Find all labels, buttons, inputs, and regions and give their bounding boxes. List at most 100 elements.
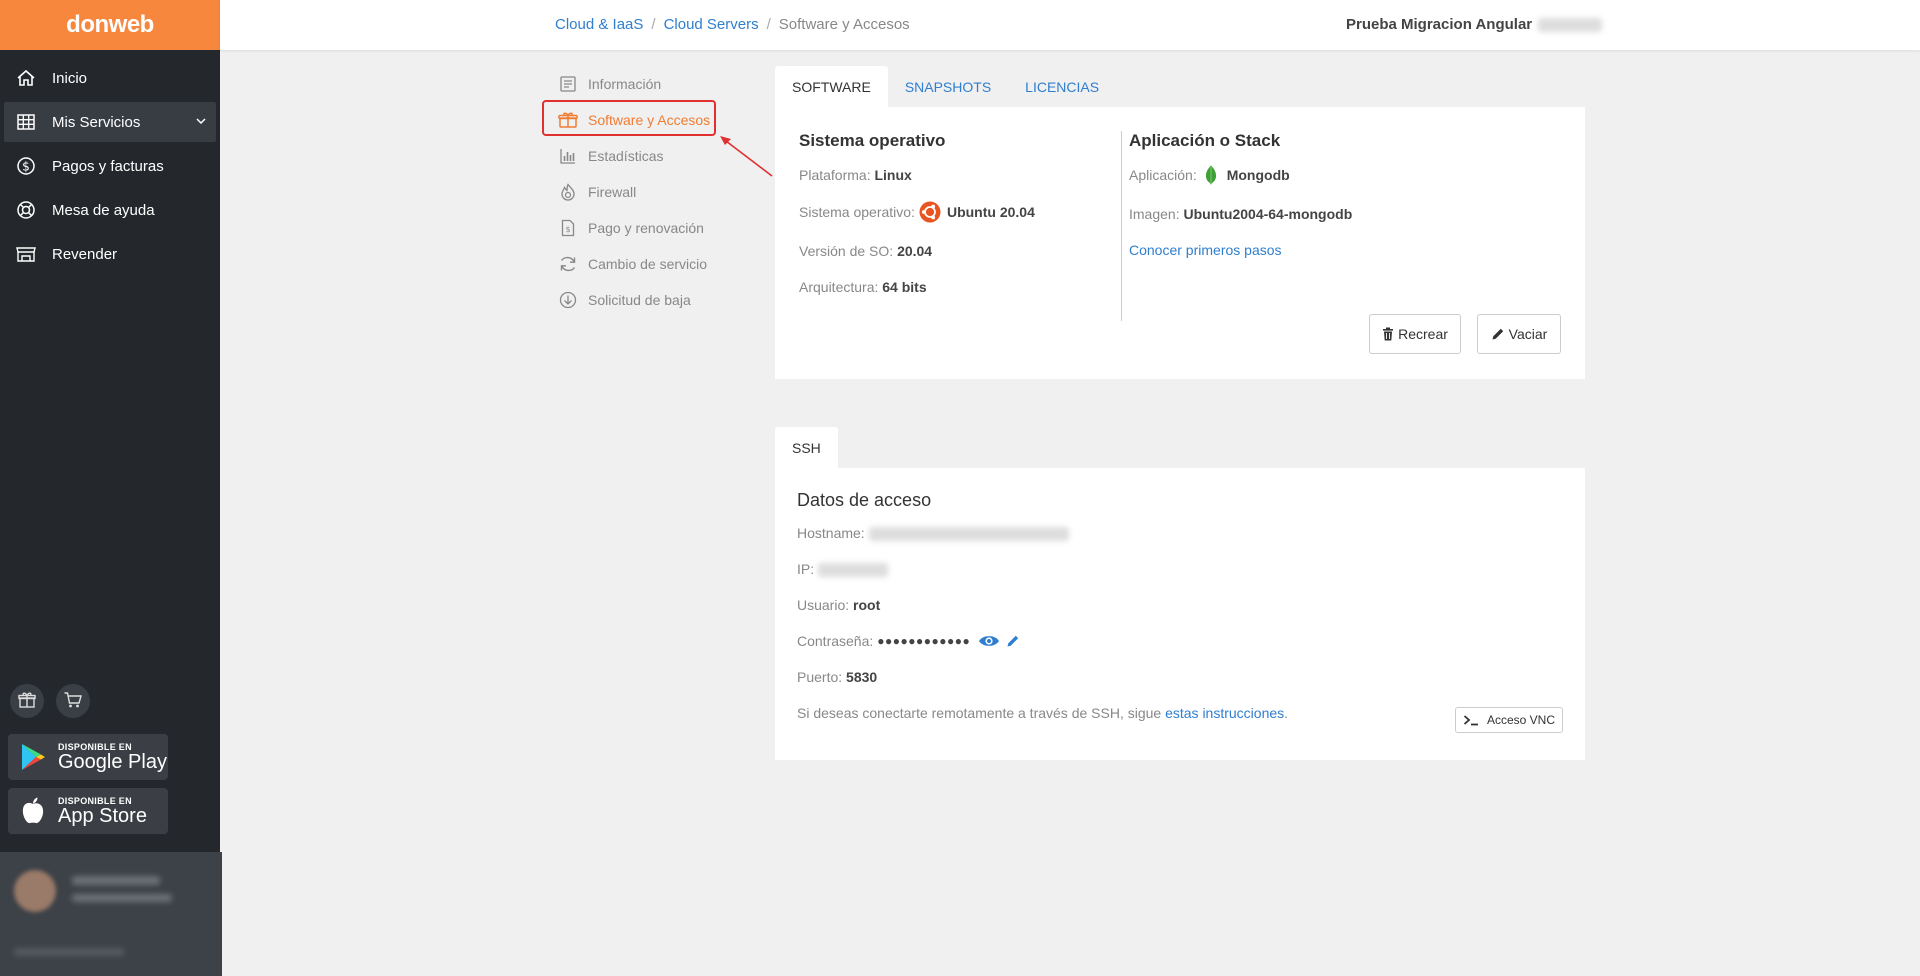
usuario-value: root (853, 597, 881, 613)
lifebuoy-icon (14, 198, 38, 222)
terminal-icon (1463, 714, 1479, 726)
imagen-row: Imagen: Ubuntu2004-64-mongodb (1129, 206, 1352, 222)
submenu-estadisticas[interactable]: Estadísticas (554, 138, 710, 174)
annotation-arrow-icon (720, 136, 773, 177)
app-label: Aplicación: (1129, 167, 1197, 183)
so-label: Sistema operativo: (799, 204, 915, 220)
eye-icon[interactable] (978, 634, 1000, 648)
cart-button[interactable] (56, 684, 90, 718)
flame-icon (558, 182, 578, 202)
quick-actions (0, 684, 220, 718)
svg-text:$: $ (22, 160, 30, 174)
sidebar-item-revender[interactable]: Revender (4, 234, 216, 274)
sidebar-bottom: DISPONIBLE EN Google Play DISPONIBLE EN … (0, 684, 220, 842)
pencil-icon (1491, 327, 1505, 341)
tab-software[interactable]: SOFTWARE (775, 66, 888, 107)
chevron-down-icon[interactable] (196, 117, 206, 128)
annotation-highlight-box (542, 100, 716, 136)
password-value: ●●●●●●●●●●●● (877, 634, 971, 648)
apple-icon (18, 796, 48, 826)
recrear-label: Recrear (1398, 326, 1448, 342)
app-section-title: Aplicación o Stack (1129, 131, 1281, 150)
submenu-label: Cambio de servicio (588, 256, 708, 272)
acceso-vnc-label: Acceso VNC (1486, 713, 1556, 727)
submenu-label: Solicitud de baja (588, 292, 691, 308)
ssh-info-text: Si deseas conectarte remotamente a travé… (797, 705, 1162, 721)
sidebar-nav: Inicio Mis Servicios $ Pagos y facturas … (0, 50, 220, 274)
sidebar-item-label: Pagos y facturas (52, 157, 164, 175)
version-label: Versión de SO: (799, 243, 894, 259)
sidebar-item-pagos[interactable]: $ Pagos y facturas (4, 146, 216, 186)
breadcrumb-separator: / (651, 16, 656, 33)
user-profile[interactable] (0, 852, 222, 976)
submenu-solicitud-baja[interactable]: Solicitud de baja (554, 282, 710, 318)
arrow-down-circle-icon (558, 290, 578, 310)
home-icon (14, 66, 38, 90)
puerto-label: Puerto: (797, 669, 843, 685)
imagen-value: Ubuntu2004-64-mongodb (1183, 206, 1353, 222)
sidebar-item-inicio[interactable]: Inicio (4, 58, 216, 98)
sidebar-item-mis-servicios[interactable]: Mis Servicios (4, 102, 216, 142)
os-section-title: Sistema operativo (799, 131, 946, 150)
app-store-badge[interactable]: DISPONIBLE EN App Store (8, 788, 168, 834)
recrear-button[interactable]: Recrear (1369, 314, 1461, 354)
cart-icon (63, 690, 83, 713)
software-tabs: SOFTWARE SNAPSHOTS LICENCIAS (775, 66, 1116, 107)
ssh-info-row: Si deseas conectarte remotamente a travé… (797, 705, 1288, 721)
tab-ssh[interactable]: SSH (775, 427, 838, 468)
sidebar-item-label: Inicio (52, 69, 88, 87)
ssh-instrucciones-link[interactable]: estas instrucciones (1165, 705, 1284, 721)
hostname-row: Hostname: (797, 525, 1069, 542)
breadcrumb-separator: / (766, 16, 771, 33)
ip-label: IP: (797, 561, 815, 577)
topbar: Cloud & IaaS / Cloud Servers / Software y Ac… (220, 0, 1920, 50)
invoice-dollar-icon: $ (558, 218, 578, 238)
aplicacion-row: Aplicación: Mongodb (1129, 165, 1290, 185)
logout-redacted[interactable] (14, 948, 124, 956)
submenu-label: Estadísticas (588, 148, 664, 164)
primeros-pasos-link[interactable]: Conocer primeros pasos (1129, 242, 1282, 258)
sidebar-item-mesa-ayuda[interactable]: Mesa de ayuda (4, 190, 216, 230)
hostname-label: Hostname: (797, 525, 865, 541)
submenu-cambio-servicio[interactable]: Cambio de servicio (554, 246, 710, 282)
sidebar: donweb Inicio Mis Servicios $ Pagos y fa… (0, 0, 222, 976)
google-play-badge[interactable]: DISPONIBLE EN Google Play (8, 734, 168, 780)
tab-snapshots[interactable]: SNAPSHOTS (888, 66, 1008, 107)
acceso-vnc-button[interactable]: Acceso VNC (1455, 707, 1563, 733)
hostname-value-redacted (868, 527, 1069, 542)
submenu-informacion[interactable]: Información (554, 66, 710, 102)
password-row: Contraseña: ●●●●●●●●●●●● (797, 633, 1020, 649)
submenu-pago-renovacion[interactable]: $ Pago y renovación (554, 210, 710, 246)
tab-licencias[interactable]: LICENCIAS (1008, 66, 1116, 107)
usuario-label: Usuario: (797, 597, 850, 613)
arquitectura-row: Arquitectura: 64 bits (799, 279, 927, 295)
password-label: Contraseña: (797, 633, 874, 649)
sidebar-item-label: Mis Servicios (52, 113, 141, 131)
edit-pencil-icon[interactable] (1006, 634, 1020, 648)
avatar (14, 870, 56, 912)
plataforma-value: Linux (874, 167, 912, 183)
document-list-icon (558, 74, 578, 94)
store-big-text: App Store (58, 805, 147, 827)
app-store-text: DISPONIBLE EN App Store (58, 796, 147, 826)
submenu-label: Firewall (588, 184, 637, 200)
gift-button[interactable] (10, 684, 44, 718)
arq-value: 64 bits (882, 279, 927, 295)
ssh-section-title: Datos de acceso (797, 490, 932, 510)
usuario-row: Usuario: root (797, 597, 880, 613)
plataforma-row: Plataforma: Linux (799, 167, 912, 183)
donweb-logo[interactable]: donweb (0, 0, 220, 50)
google-play-text: DISPONIBLE EN Google Play (58, 742, 167, 772)
ssh-tabs: SSH (775, 427, 838, 468)
breadcrumb-current: Software y Accesos (778, 16, 910, 33)
breadcrumb-cloud-iaas[interactable]: Cloud & IaaS (555, 16, 643, 33)
puerto-row: Puerto: 5830 (797, 669, 877, 685)
account-id-redacted (1538, 18, 1603, 33)
version-value: 20.04 (897, 243, 933, 259)
vaciar-button[interactable]: Vaciar (1477, 314, 1561, 354)
so-value: Ubuntu 20.04 (946, 204, 1035, 220)
puerto-value: 5830 (846, 669, 878, 685)
submenu-firewall[interactable]: Firewall (554, 174, 710, 210)
breadcrumb-cloud-servers[interactable]: Cloud Servers (664, 16, 759, 33)
section-divider (1121, 131, 1122, 321)
